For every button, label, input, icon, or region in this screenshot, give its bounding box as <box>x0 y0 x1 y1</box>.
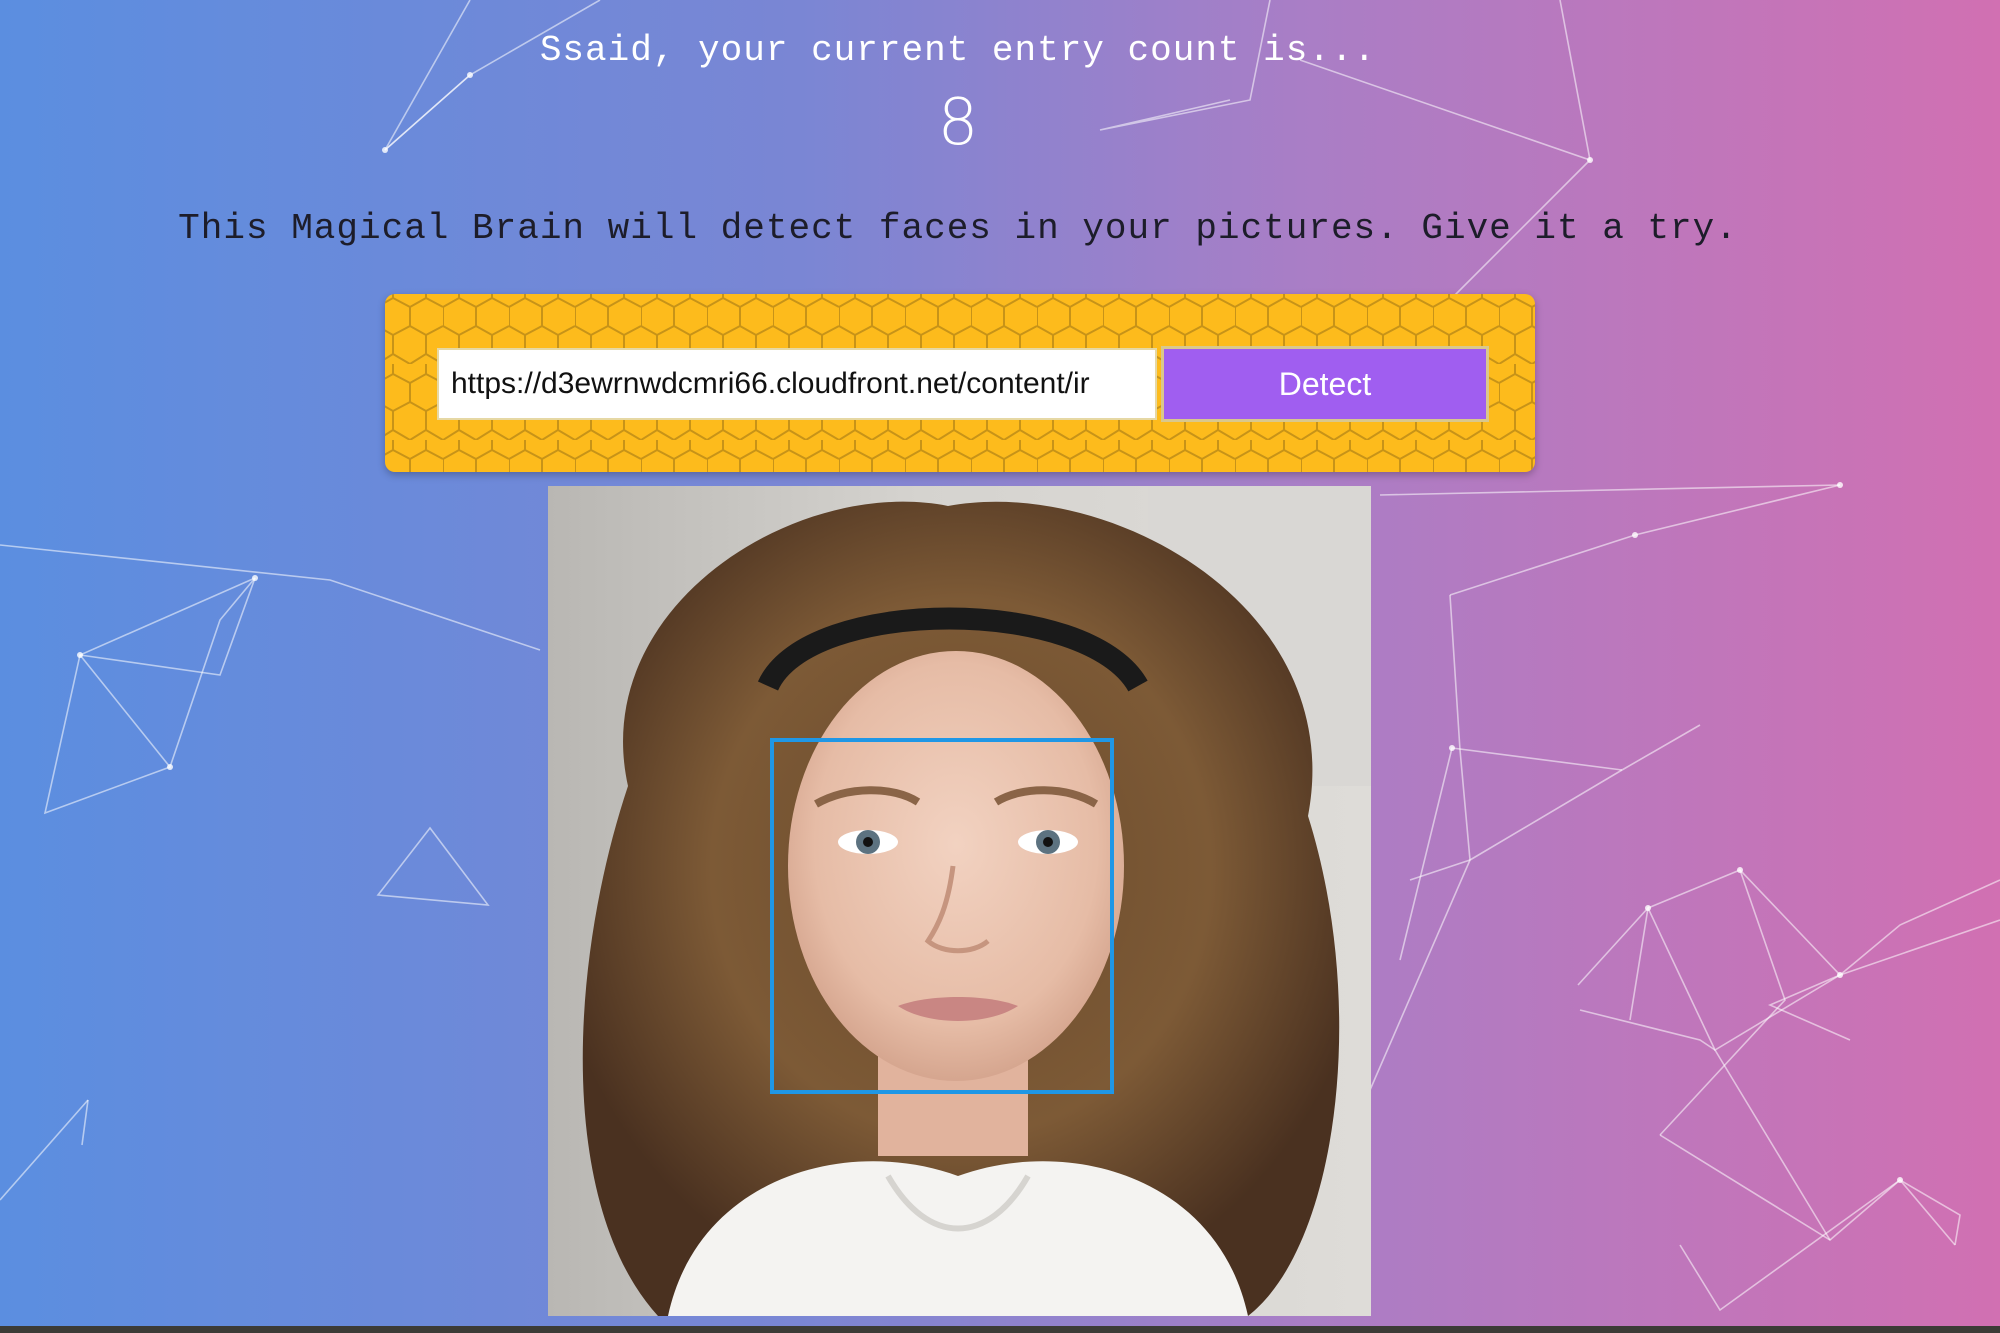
image-url-form: Detect <box>385 294 1535 472</box>
detect-button[interactable]: Detect <box>1161 346 1489 422</box>
app-description: This Magical Brain will detect faces in … <box>178 208 1738 249</box>
image-url-input[interactable] <box>437 348 1157 420</box>
entry-count-value: 8 <box>937 86 979 160</box>
face-bounding-box <box>770 738 1114 1094</box>
uploaded-photo <box>548 486 1371 1316</box>
taskbar-edge <box>0 1326 2000 1333</box>
entry-count-greeting: Ssaid, your current entry count is... <box>539 30 1377 71</box>
